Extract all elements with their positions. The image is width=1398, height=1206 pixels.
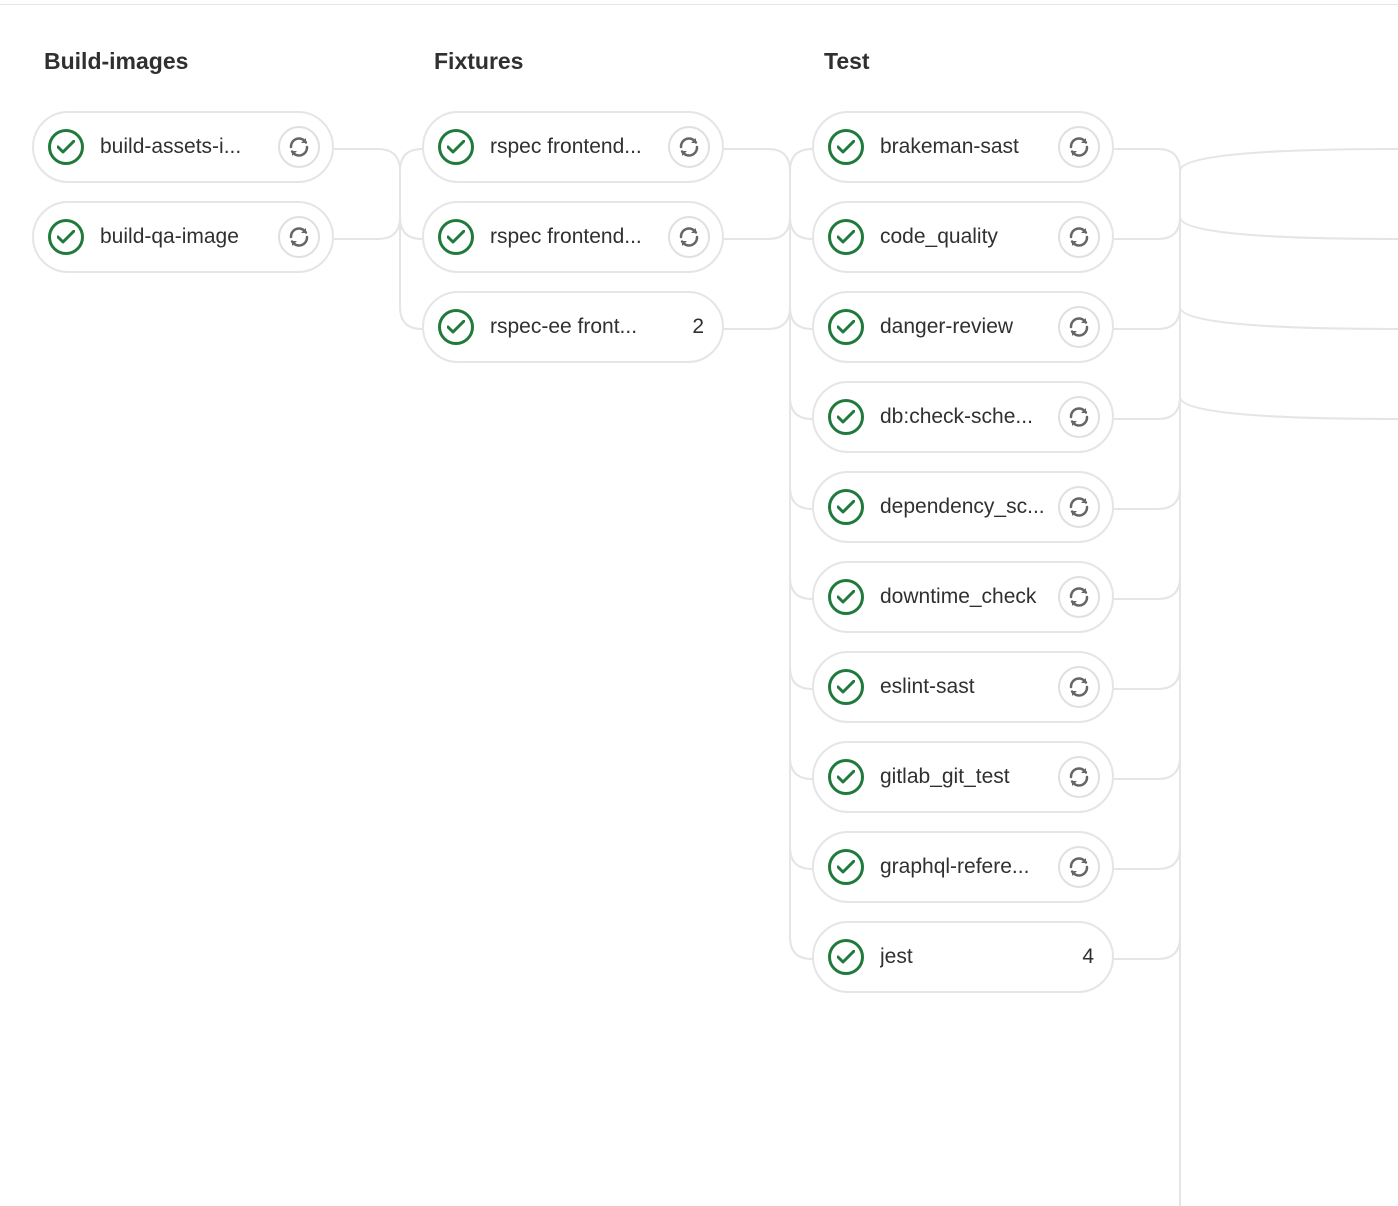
job-pill[interactable]: dependency_sc...: [812, 471, 1114, 543]
job-name: build-qa-image: [100, 225, 270, 249]
job-pill[interactable]: rspec frontend...: [422, 201, 724, 273]
job-name: rspec frontend...: [490, 225, 660, 249]
job-pill[interactable]: db:check-sche...: [812, 381, 1114, 453]
status-success-icon: [48, 219, 84, 255]
retry-button[interactable]: [1058, 846, 1100, 888]
status-success-icon: [828, 849, 864, 885]
stage-column-test: Test brakeman-sast code_quality danger-r…: [780, 0, 1170, 993]
job-name: db:check-sche...: [880, 405, 1050, 429]
job-group-count: 2: [692, 315, 704, 339]
job-pill[interactable]: build-qa-image: [32, 201, 334, 273]
status-success-icon: [828, 309, 864, 345]
status-success-icon: [828, 489, 864, 525]
job-name: graphql-refere...: [880, 855, 1050, 879]
status-success-icon: [828, 219, 864, 255]
status-success-icon: [828, 399, 864, 435]
retry-button[interactable]: [1058, 576, 1100, 618]
job-name: jest: [880, 945, 1072, 969]
status-success-icon: [48, 129, 84, 165]
retry-button[interactable]: [1058, 486, 1100, 528]
status-success-icon: [828, 759, 864, 795]
job-name: brakeman-sast: [880, 135, 1050, 159]
job-name: eslint-sast: [880, 675, 1050, 699]
job-group-pill[interactable]: jest 4: [812, 921, 1114, 993]
job-pill[interactable]: code_quality: [812, 201, 1114, 273]
status-success-icon: [828, 669, 864, 705]
job-name: danger-review: [880, 315, 1050, 339]
retry-button[interactable]: [1058, 756, 1100, 798]
status-success-icon: [828, 579, 864, 615]
job-name: dependency_sc...: [880, 495, 1050, 519]
job-name: downtime_check: [880, 585, 1050, 609]
job-pill[interactable]: brakeman-sast: [812, 111, 1114, 183]
status-success-icon: [438, 309, 474, 345]
job-pill[interactable]: graphql-refere...: [812, 831, 1114, 903]
stage-title: Fixtures: [434, 48, 780, 75]
job-name: build-assets-i...: [100, 135, 270, 159]
job-name: rspec frontend...: [490, 135, 660, 159]
job-group-count: 4: [1082, 945, 1094, 969]
retry-button[interactable]: [1058, 666, 1100, 708]
job-pill[interactable]: gitlab_git_test: [812, 741, 1114, 813]
retry-button[interactable]: [278, 216, 320, 258]
stage-column-fixtures: Fixtures rspec frontend... rspec fronten…: [390, 0, 780, 993]
retry-button[interactable]: [1058, 306, 1100, 348]
job-name: gitlab_git_test: [880, 765, 1050, 789]
retry-button[interactable]: [1058, 396, 1100, 438]
status-success-icon: [828, 939, 864, 975]
status-success-icon: [828, 129, 864, 165]
job-pill[interactable]: rspec frontend...: [422, 111, 724, 183]
job-name: code_quality: [880, 225, 1050, 249]
job-pill[interactable]: danger-review: [812, 291, 1114, 363]
pipeline-graph: Build-images build-assets-i... build-qa-…: [0, 0, 1170, 993]
retry-button[interactable]: [668, 126, 710, 168]
retry-button[interactable]: [668, 216, 710, 258]
job-group-pill[interactable]: rspec-ee front... 2: [422, 291, 724, 363]
stage-title: Build-images: [44, 48, 390, 75]
job-pill[interactable]: eslint-sast: [812, 651, 1114, 723]
job-pill[interactable]: build-assets-i...: [32, 111, 334, 183]
stage-title: Test: [824, 48, 1170, 75]
status-success-icon: [438, 129, 474, 165]
status-success-icon: [438, 219, 474, 255]
stage-column-build-images: Build-images build-assets-i... build-qa-…: [0, 0, 390, 993]
retry-button[interactable]: [278, 126, 320, 168]
retry-button[interactable]: [1058, 126, 1100, 168]
job-name: rspec-ee front...: [490, 315, 682, 339]
retry-button[interactable]: [1058, 216, 1100, 258]
job-pill[interactable]: downtime_check: [812, 561, 1114, 633]
